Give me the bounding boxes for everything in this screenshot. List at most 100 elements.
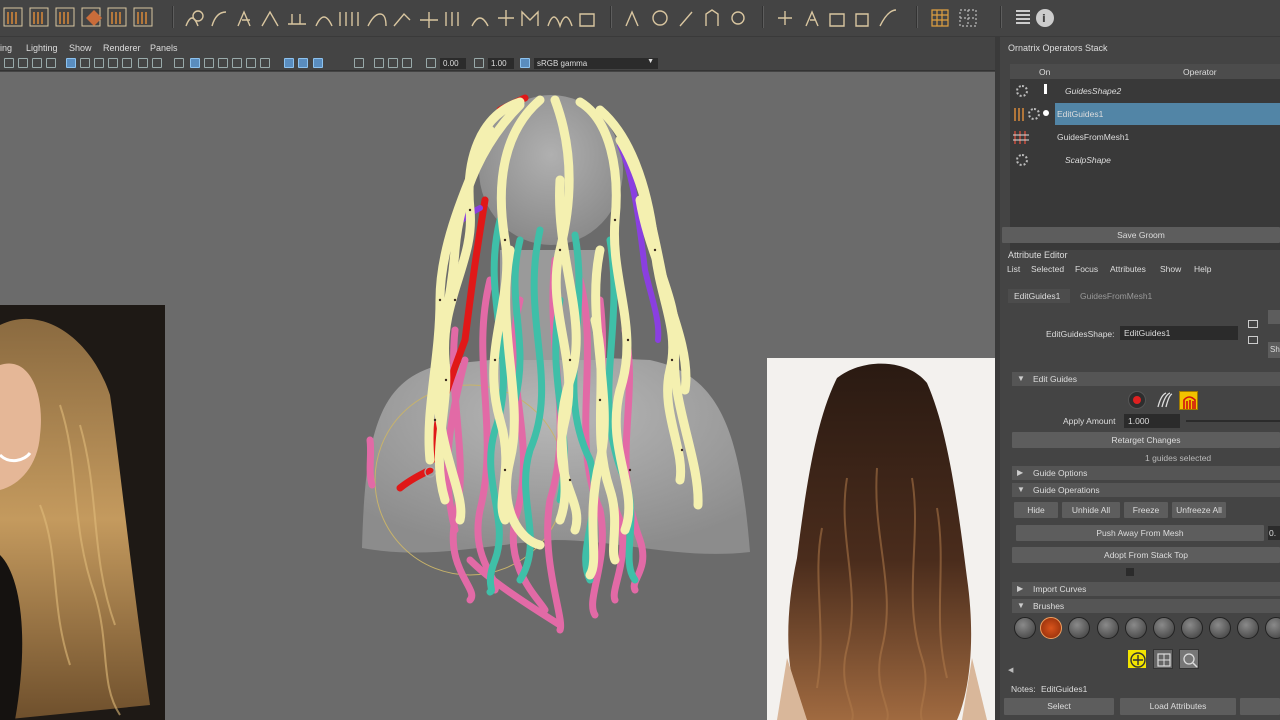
exposure-icon[interactable]: [426, 58, 436, 68]
image-plane-icon[interactable]: [46, 58, 56, 68]
ops-row-scalpshape[interactable]: ScalpShape: [1010, 149, 1280, 171]
copy-tab-button[interactable]: [1240, 698, 1280, 715]
clump-brush-icon[interactable]: [1209, 617, 1231, 639]
isolate-select-icon[interactable]: [354, 58, 364, 68]
viewport-toolbar: 0.00 1.00 sRGB gamma ▼: [0, 56, 995, 71]
ops-row-editguides1[interactable]: EditGuides1: [1010, 103, 1280, 125]
textured-icon[interactable]: [218, 58, 228, 68]
freeze-button[interactable]: Freeze: [1124, 502, 1168, 518]
select-guide-icon[interactable]: [1153, 649, 1173, 669]
length-brush-icon[interactable]: [1153, 617, 1175, 639]
camera-attributes-icon[interactable]: [18, 58, 28, 68]
motion-blur-icon[interactable]: [388, 58, 398, 68]
menu-panels[interactable]: Panels: [150, 43, 178, 53]
color-management-icon[interactable]: [520, 58, 530, 68]
film-gate-icon[interactable]: [80, 58, 90, 68]
twist-brush-icon[interactable]: [1068, 617, 1090, 639]
section-label: Edit Guides: [1033, 374, 1077, 384]
section-import-curves[interactable]: ▶ Import Curves: [1012, 582, 1280, 596]
apply-amount-field[interactable]: 1.000: [1124, 414, 1180, 428]
side-button[interactable]: [1268, 310, 1280, 324]
multisample-icon[interactable]: [402, 58, 412, 68]
horizontal-scrollbar[interactable]: ◀: [1008, 667, 1280, 675]
safe-action-icon[interactable]: [138, 58, 148, 68]
section-guide-operations[interactable]: ▼ Guide Operations: [1012, 483, 1280, 497]
push-amount-field[interactable]: 0.: [1268, 526, 1280, 540]
ae-menu-focus[interactable]: Focus: [1075, 264, 1098, 274]
3d-viewport[interactable]: [0, 72, 995, 720]
screen-space-ao-icon[interactable]: [374, 58, 384, 68]
bookmark-icon[interactable]: [32, 58, 42, 68]
push-away-from-mesh-button[interactable]: Push Away From Mesh: [1016, 525, 1264, 541]
tab-editguides1[interactable]: EditGuides1: [1008, 289, 1070, 303]
unfreeze-all-button[interactable]: Unfreeze All: [1172, 502, 1226, 518]
comb-brush-icon[interactable]: [1014, 617, 1036, 639]
adopt-from-stack-top-button[interactable]: Adopt From Stack Top: [1012, 547, 1280, 563]
menu-renderer[interactable]: Renderer: [103, 43, 141, 53]
presets-icon[interactable]: [1248, 336, 1258, 344]
smooth-brush-icon[interactable]: [1237, 617, 1259, 639]
col-operator-header: Operator: [1183, 67, 1217, 77]
bend-brush-icon[interactable]: [1181, 617, 1203, 639]
exposure-field[interactable]: 0.00: [440, 58, 466, 69]
tab-guidesfrommesh1[interactable]: GuidesFromMesh1: [1080, 291, 1152, 301]
checkbox[interactable]: [1126, 568, 1134, 576]
xray-icon[interactable]: [284, 58, 294, 68]
wireframe-on-shaded-icon[interactable]: [204, 58, 214, 68]
light-bulb-icon[interactable]: [1043, 110, 1049, 116]
ae-menu-list[interactable]: List: [1007, 264, 1020, 274]
section-edit-guides[interactable]: ▼ Edit Guides: [1012, 372, 1280, 386]
scale-brush-icon[interactable]: [1097, 617, 1119, 639]
select-button[interactable]: Select: [1004, 698, 1114, 715]
select-camera-icon[interactable]: [4, 58, 14, 68]
puff-brush-icon[interactable]: [1265, 617, 1280, 639]
gear-icon[interactable]: [1028, 108, 1040, 120]
menu-show[interactable]: Show: [69, 43, 92, 53]
apply-amount-slider[interactable]: [1186, 420, 1280, 422]
hide-button[interactable]: Hide: [1014, 502, 1058, 518]
guides-mode-icon[interactable]: [1179, 391, 1198, 410]
ops-row-guidesshape2[interactable]: GuidesShape2: [1010, 80, 1280, 102]
record-icon[interactable]: [1128, 391, 1146, 409]
resolution-gate-icon[interactable]: [94, 58, 104, 68]
shadows-icon[interactable]: [246, 58, 256, 68]
gamma-icon[interactable]: [474, 58, 484, 68]
field-chart-icon[interactable]: [122, 58, 132, 68]
section-guide-options[interactable]: ▶ Guide Options: [1012, 466, 1280, 480]
ops-row-guidesfrommesh1[interactable]: GuidesFromMesh1: [1010, 126, 1280, 148]
ambient-occlusion-icon[interactable]: [260, 58, 270, 68]
add-guide-icon[interactable]: [1127, 649, 1147, 669]
ae-menu-selected[interactable]: Selected: [1031, 264, 1064, 274]
search-guide-icon[interactable]: [1179, 649, 1199, 669]
gear-icon[interactable]: [1016, 154, 1028, 166]
wireframe-icon[interactable]: [174, 58, 184, 68]
op-name: GuidesFromMesh1: [1057, 132, 1130, 142]
ae-menu-attributes[interactable]: Attributes: [1110, 264, 1146, 274]
side-button-sh[interactable]: Sh: [1268, 342, 1280, 358]
xray-active-icon[interactable]: [313, 58, 323, 68]
colorspace-dropdown[interactable]: sRGB gamma ▼: [534, 58, 658, 69]
shape-name-field[interactable]: EditGuides1: [1120, 326, 1238, 340]
retarget-changes-button[interactable]: Retarget Changes: [1012, 432, 1280, 448]
save-groom-button[interactable]: Save Groom: [1002, 227, 1280, 243]
safe-title-icon[interactable]: [152, 58, 162, 68]
curl-brush-icon[interactable]: [1040, 617, 1062, 639]
load-attributes-button[interactable]: Load Attributes: [1120, 698, 1236, 715]
focus-icon[interactable]: [1248, 320, 1258, 328]
gamma-field[interactable]: 1.00: [488, 58, 514, 69]
lights-icon[interactable]: [232, 58, 242, 68]
gate-mask-icon[interactable]: [108, 58, 118, 68]
scroll-left-icon[interactable]: ◀: [1008, 666, 1013, 674]
smooth-shade-icon[interactable]: [190, 58, 200, 68]
unhide-all-button[interactable]: Unhide All: [1062, 502, 1120, 518]
menu-lighting[interactable]: Lighting: [26, 43, 58, 53]
xray-joints-icon[interactable]: [298, 58, 308, 68]
ae-menu-show[interactable]: Show: [1160, 264, 1181, 274]
section-brushes[interactable]: ▼ Brushes: [1012, 599, 1280, 613]
ae-menu-help[interactable]: Help: [1194, 264, 1211, 274]
cut-brush-icon[interactable]: [1125, 617, 1147, 639]
menu-shading[interactable]: ing: [0, 43, 12, 53]
gear-icon[interactable]: [1016, 85, 1028, 97]
comb-icon[interactable]: [1155, 391, 1173, 409]
grid-icon[interactable]: [66, 58, 76, 68]
